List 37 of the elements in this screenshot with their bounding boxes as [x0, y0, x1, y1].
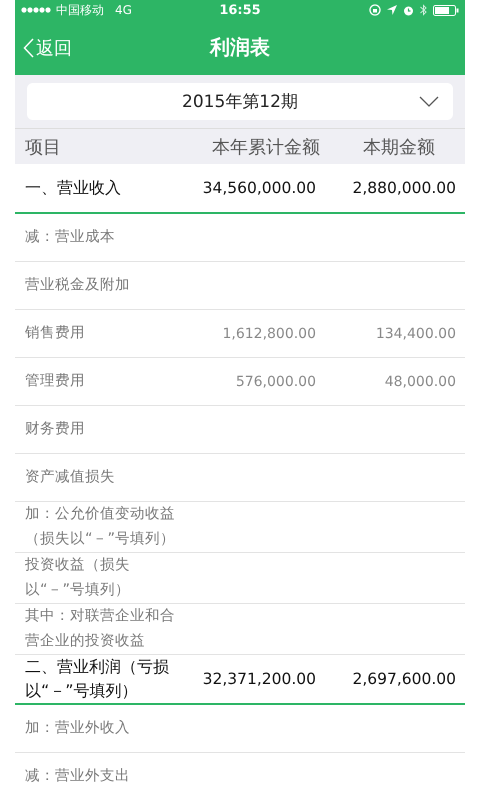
row-label: 二、营业利润（亏损 以“－”号填列） — [24, 656, 170, 702]
amount-cell-text: 48,000.00 — [384, 374, 456, 390]
network-type: 4G — [115, 3, 132, 17]
status-time: 16:55 — [219, 2, 261, 18]
chevron-down-icon — [419, 96, 439, 107]
signal-icon — [21, 7, 51, 13]
rotation-lock-icon — [369, 4, 382, 16]
amount-cell-text: 32,371,200.00 — [202, 670, 316, 688]
row-label: 减：营业成本 — [24, 228, 116, 247]
amount-cell-text: 34,560,000.00 — [202, 179, 316, 197]
row-label: 财务费用 — [24, 420, 86, 439]
location-arrow-icon — [387, 5, 398, 15]
alarm-icon — [403, 4, 414, 16]
row-label: 其中：对联营企业和合 营企业的投资收益 — [24, 607, 176, 651]
column-header: 项目 — [24, 136, 62, 158]
period-dropdown[interactable]: 2015年第12期 — [27, 83, 453, 120]
bluetooth-icon — [420, 4, 428, 16]
amount-cell-text: 134,400.00 — [374, 326, 456, 342]
row-label: 加：营业外收入 — [24, 719, 131, 738]
amount-cell-text: 1,612,800.00 — [221, 326, 316, 342]
page-title: 利润表 — [210, 35, 270, 59]
battery-icon — [433, 4, 460, 16]
amount-cell-text: 576,000.00 — [234, 374, 316, 390]
amount-cell-text: 2,697,600.00 — [351, 670, 456, 688]
chevron-left-icon — [23, 38, 34, 58]
row-label: 一、营业收入 — [24, 177, 122, 199]
row-label: 销售费用 — [24, 324, 86, 343]
carrier-name: 中国移动 — [56, 2, 104, 18]
row-label: 营业税金及附加 — [24, 276, 131, 295]
row-label: 管理费用 — [24, 372, 86, 391]
column-header: 本期金额 — [362, 136, 436, 158]
row-label: 资产减值损失 — [24, 468, 116, 487]
row-label: 投资收益（损失 以“－”号填列） — [24, 556, 132, 600]
amount-cell-text: 2,880,000.00 — [351, 179, 456, 197]
column-header: 本年累计金额 — [211, 136, 320, 158]
row-label: 加：公允价值变动收益 （损失以“－”号填列） — [24, 504, 176, 549]
row-label: 减：营业外支出 — [24, 767, 131, 786]
